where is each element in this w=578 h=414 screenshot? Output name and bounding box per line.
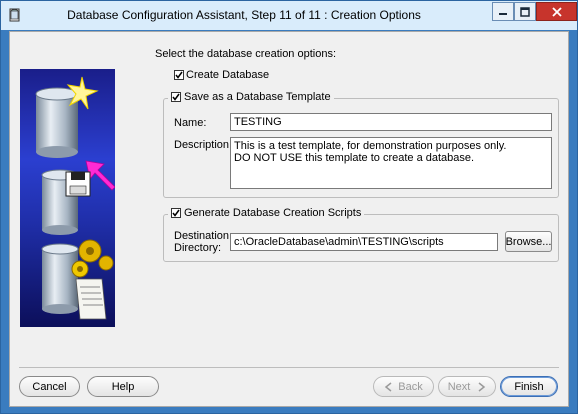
- checkmark-icon: [172, 209, 180, 217]
- destination-label-line1: Destination: [174, 230, 230, 242]
- cancel-button-label: Cancel: [32, 380, 67, 393]
- back-button-label: Back: [398, 380, 423, 393]
- save-template-label: Save as a Database Template: [184, 91, 331, 103]
- chevron-right-icon: [478, 381, 486, 392]
- scripts-group: Generate Database Creation Scripts Desti…: [163, 207, 559, 262]
- maximize-icon: [520, 6, 530, 17]
- minimize-icon: [499, 12, 507, 15]
- checkmark-icon: [175, 71, 183, 79]
- database-illustration: [20, 69, 115, 327]
- title-bar[interactable]: Database Configuration Assistant, Step 1…: [1, 1, 577, 30]
- template-name-input[interactable]: TESTING: [230, 113, 552, 131]
- template-description-textarea[interactable]: This is a test template, for demonstrati…: [230, 137, 552, 189]
- save-template-checkbox[interactable]: [171, 92, 181, 102]
- finish-button[interactable]: Finish: [500, 376, 558, 397]
- destination-label-line2: Directory:: [174, 242, 222, 254]
- next-button[interactable]: Next: [438, 376, 496, 397]
- template-description-label: Description:: [174, 139, 233, 151]
- create-database-label: Create Database: [186, 69, 270, 81]
- destination-directory-input[interactable]: c:\OracleDatabase\admin\TESTING\scripts: [230, 233, 498, 251]
- help-button[interactable]: Help: [87, 376, 159, 397]
- generate-scripts-checkbox[interactable]: [171, 208, 181, 218]
- close-icon: [551, 6, 562, 17]
- maximize-button[interactable]: [514, 2, 536, 21]
- intro-text: Select the database creation options:: [155, 48, 337, 60]
- back-button[interactable]: Back: [373, 376, 434, 397]
- template-name-label: Name:: [174, 117, 207, 129]
- template-group: Save as a Database Template Name: TESTIN…: [163, 91, 559, 198]
- create-database-checkbox[interactable]: [174, 70, 184, 80]
- finish-button-label: Finish: [514, 380, 544, 393]
- footer-divider: [19, 367, 559, 368]
- close-button[interactable]: [536, 2, 577, 21]
- window-title: Database Configuration Assistant, Step 1…: [67, 8, 421, 22]
- chevron-left-icon: [385, 381, 392, 392]
- wizard-body: Select the database creation options: Cr…: [9, 31, 569, 407]
- dbca-window: Database Configuration Assistant, Step 1…: [0, 0, 578, 414]
- next-button-label: Next: [447, 380, 471, 393]
- checkmark-icon: [172, 93, 180, 101]
- minimize-button[interactable]: [492, 2, 514, 21]
- browse-button[interactable]: Browse...: [505, 231, 552, 252]
- generate-scripts-label: Generate Database Creation Scripts: [184, 207, 362, 219]
- cancel-button[interactable]: Cancel: [19, 376, 80, 397]
- help-button-label: Help: [111, 380, 135, 393]
